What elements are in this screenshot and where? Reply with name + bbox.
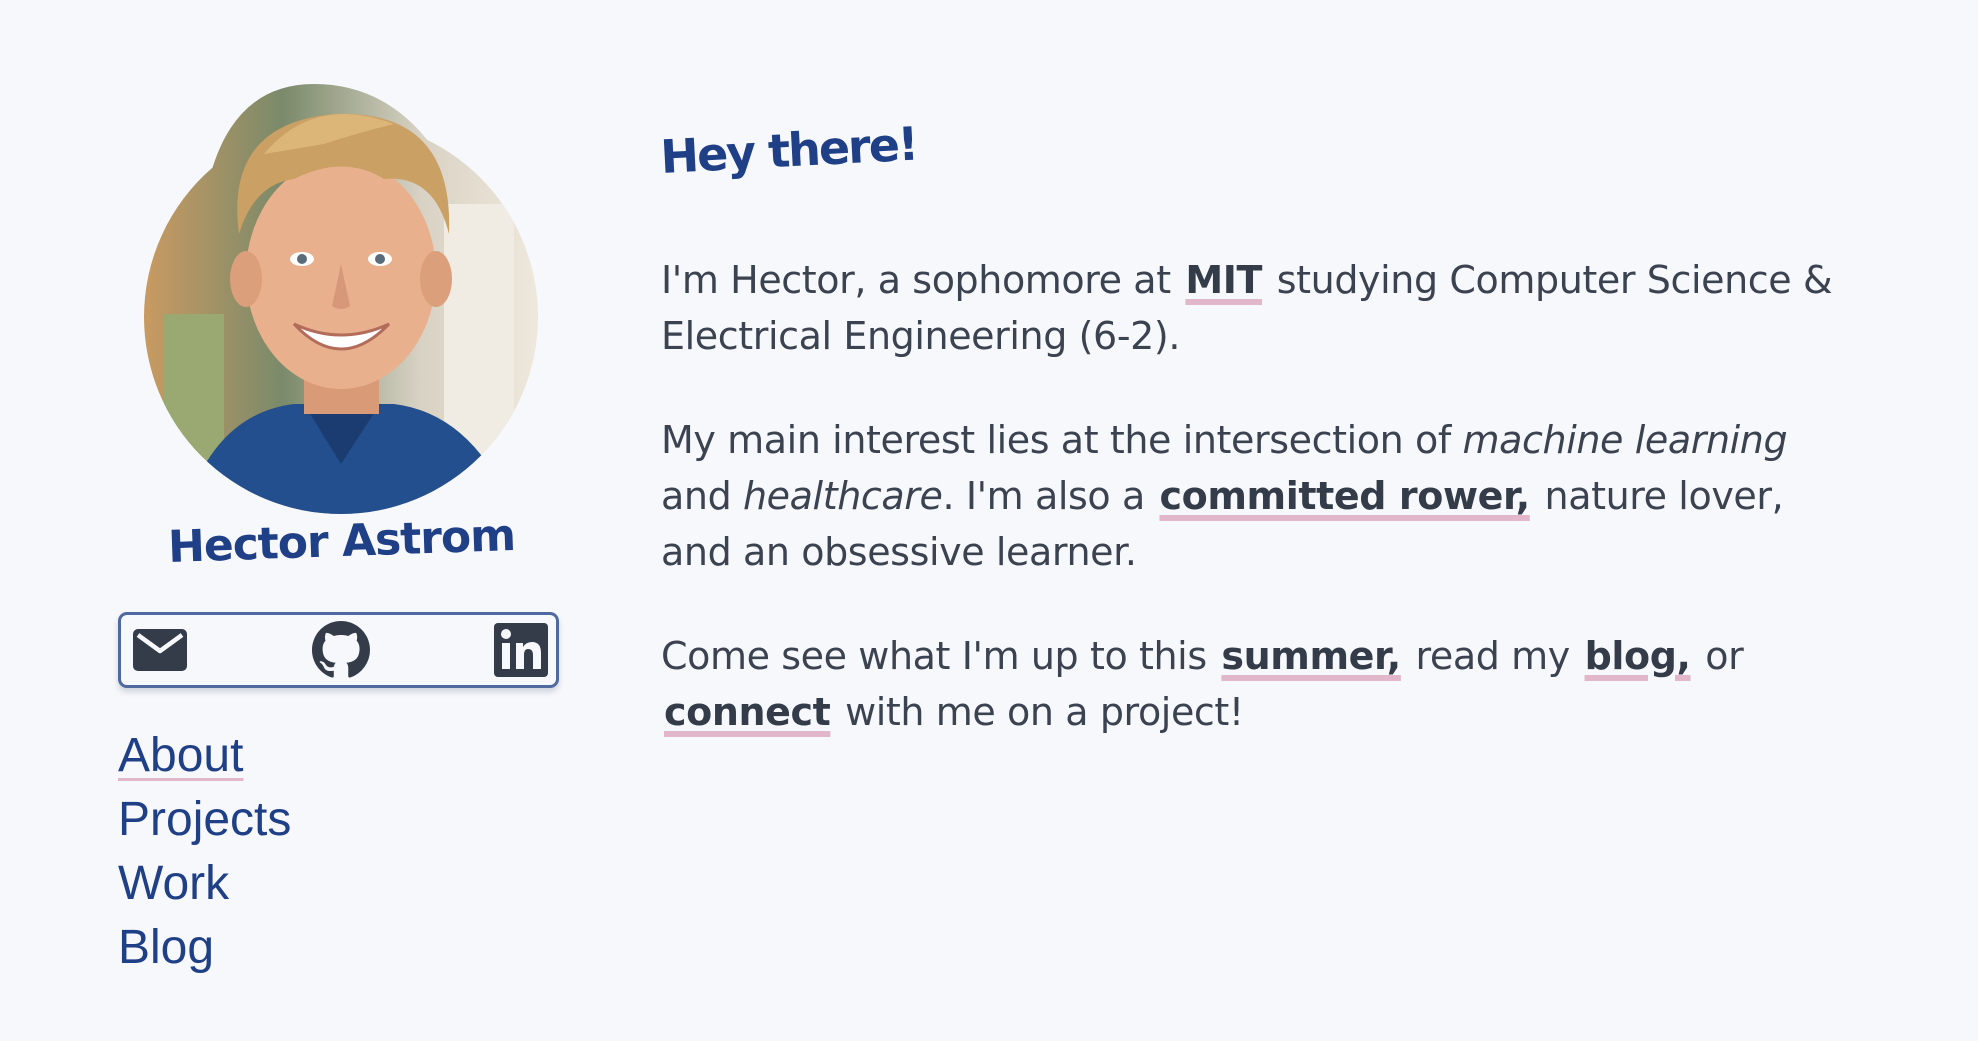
p2-text-mid2: . I'm also a	[942, 474, 1157, 518]
main-nav: About Projects Work Blog	[118, 724, 291, 980]
avatar	[144, 84, 539, 514]
nav-item-work[interactable]: Work	[118, 852, 291, 916]
p2-emphasis-ml: machine learning	[1462, 418, 1788, 462]
intro-paragraph-2: My main interest lies at the intersectio…	[661, 412, 1841, 580]
profile-name: Hector Astrom	[167, 509, 516, 574]
email-link[interactable]	[133, 629, 187, 671]
p3-text-mid2: or	[1693, 634, 1744, 678]
linkedin-link[interactable]	[494, 623, 548, 677]
p3-text-before: Come see what I'm up to this	[661, 634, 1219, 678]
p3-text-after: with me on a project!	[833, 690, 1244, 734]
p2-text-before: My main interest lies at the intersectio…	[661, 418, 1463, 462]
rower-link[interactable]: committed rower,	[1157, 474, 1533, 518]
nav-item-projects[interactable]: Projects	[118, 788, 291, 852]
p1-text-before: I'm Hector, a sophomore at	[661, 258, 1183, 302]
page: Hector Astrom About Projects Work Blog H…	[0, 0, 1978, 1041]
intro-section: Hey there! I'm Hector, a sophomore at MI…	[659, 117, 1841, 734]
github-link[interactable]	[311, 621, 370, 679]
profile-photo	[144, 84, 538, 514]
intro-paragraph-3: Come see what I'm up to this summer, rea…	[661, 628, 1841, 740]
connect-link[interactable]: connect	[661, 690, 833, 734]
github-icon	[311, 621, 370, 678]
p2-text-mid1: and	[661, 474, 743, 518]
linkedin-icon	[494, 623, 548, 677]
mail-icon	[133, 629, 187, 671]
mit-link[interactable]: MIT	[1182, 258, 1265, 302]
intro-paragraph-1: I'm Hector, a sophomore at MIT studying …	[661, 252, 1841, 364]
p2-emphasis-healthcare: healthcare	[742, 474, 943, 518]
p3-text-mid1: read my	[1403, 634, 1582, 678]
greeting-heading: Hey there!	[659, 116, 919, 184]
summer-link[interactable]: summer,	[1218, 634, 1403, 678]
blog-link[interactable]: blog,	[1582, 634, 1694, 678]
social-links	[118, 612, 559, 688]
nav-item-blog[interactable]: Blog	[118, 916, 291, 980]
nav-item-about[interactable]: About	[118, 724, 291, 788]
